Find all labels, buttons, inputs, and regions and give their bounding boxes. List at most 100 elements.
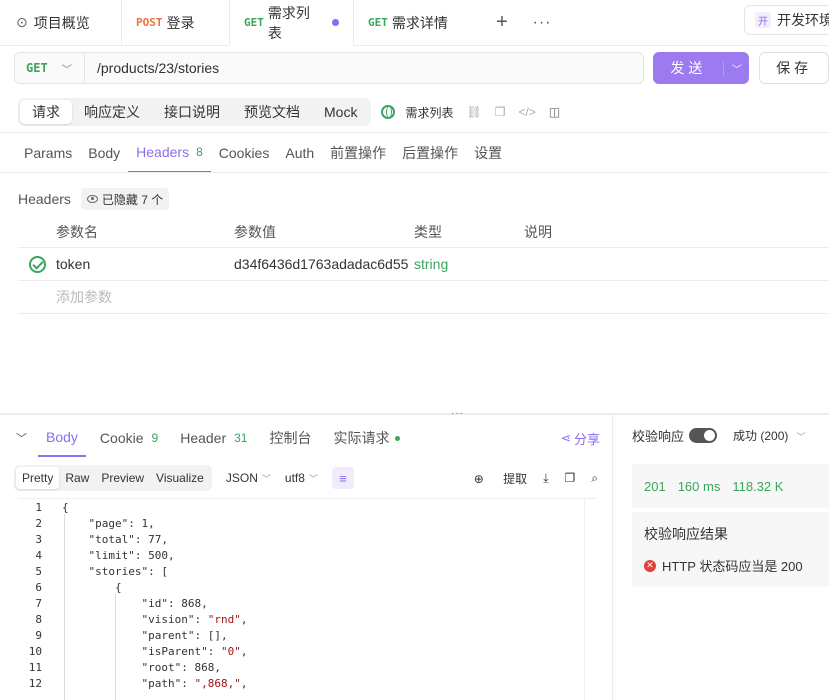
language-select[interactable]: JSON ﹀ — [226, 471, 271, 485]
tab-login[interactable]: POST 登录 — [122, 0, 230, 46]
new-tab-plus-icon[interactable]: + — [482, 11, 522, 34]
code-text: "page": 1, — [88, 516, 155, 530]
response-size: 118.32 K — [732, 478, 784, 494]
segment-preview-doc[interactable]: 预览文档 — [232, 100, 312, 124]
save-button[interactable]: 保存 — [759, 52, 829, 84]
code-line: 11 "root": 868, — [18, 659, 596, 675]
copy-icon[interactable]: ❐ — [565, 471, 576, 485]
chevron-down-icon: ﹀ — [308, 473, 318, 484]
send-button[interactable]: 发送 ﹀ — [653, 52, 750, 84]
tab-pre-ops[interactable]: 前置操作 — [322, 133, 394, 173]
link-icon[interactable]: ⛓ — [466, 105, 481, 119]
copy-icon[interactable]: ❐ — [495, 105, 506, 119]
hidden-headers-toggle[interactable]: 已隐藏 7 个 — [80, 188, 170, 210]
download-icon[interactable]: ⤓ — [543, 471, 548, 486]
add-param-input[interactable]: 添加参数 — [56, 287, 234, 307]
format-preview[interactable]: Preview — [95, 467, 150, 489]
eye-icon — [86, 195, 98, 203]
segment-mock[interactable]: Mock — [312, 100, 369, 124]
code-icon[interactable]: </> — [518, 105, 535, 119]
tab-settings[interactable]: 设置 — [466, 133, 510, 173]
tab-headers[interactable]: Headers 8 — [128, 133, 211, 173]
tab-params[interactable]: Params — [16, 133, 80, 173]
encoding-select[interactable]: utf8 ﹀ — [285, 471, 318, 485]
url-bar: GET ﹀ /products/23/stories — [14, 52, 645, 84]
collapse-chevron-icon[interactable]: ﹀ — [16, 430, 38, 446]
format-switcher: Pretty Raw Preview Visualize — [14, 465, 212, 491]
format-pretty[interactable]: Pretty — [16, 467, 60, 489]
response-code-view[interactable]: 1{2 "page": 1, 3 "total": 77, 4 "limit": 5… — [18, 498, 596, 700]
method-badge: POST — [136, 16, 163, 29]
pane-splitter[interactable] — [0, 413, 829, 415]
encoding-label: utf8 — [284, 471, 305, 485]
headers-title: Headers — [18, 191, 71, 207]
drag-handle-icon[interactable]: ··· — [451, 408, 464, 419]
format-raw[interactable]: Raw — [59, 467, 95, 489]
chevron-down-icon: ﹀ — [61, 64, 72, 76]
extract-button[interactable]: ⊕ 提取 — [458, 470, 527, 487]
code-text: "root": 868, — [141, 660, 221, 674]
tab-body[interactable]: Body — [80, 133, 128, 173]
line-number: 10 — [28, 644, 42, 658]
tab-label: 后置操作 — [402, 145, 459, 161]
response-tab-console[interactable]: 控制台 — [261, 419, 319, 457]
tab-label: 控制台 — [269, 430, 312, 446]
column-header: 参数值 — [234, 223, 276, 240]
enabled-check-icon[interactable] — [28, 255, 46, 273]
param-value-cell[interactable]: d34f6436d1763adadac6d55 — [234, 256, 414, 272]
code-text: { — [62, 500, 69, 514]
tab-story-detail[interactable]: GET 需求详情 — [354, 0, 482, 46]
param-type-cell[interactable]: string — [414, 256, 524, 272]
scrollbar[interactable] — [584, 498, 592, 700]
hidden-count-label: 已隐藏 7 个 — [101, 192, 164, 207]
format-visualize[interactable]: Visualize — [150, 467, 210, 489]
segment-api-doc[interactable]: 接口说明 — [152, 100, 232, 124]
validation-status-select[interactable]: 成功 (200) ﹀ — [733, 427, 805, 444]
response-tab-body[interactable]: Body — [38, 419, 86, 457]
chevron-down-icon: ﹀ — [796, 432, 806, 442]
segment-response-def[interactable]: 响应定义 — [72, 100, 152, 124]
tab-label: Cookie — [99, 430, 144, 446]
segment-request[interactable]: 请求 — [20, 100, 72, 124]
code-text: { — [62, 580, 122, 594]
code-text: "stories": [ — [88, 564, 168, 578]
table-row-add: 添加参数 — [18, 281, 829, 314]
code-line: 7 "id": 868, — [18, 595, 596, 611]
search-icon[interactable]: ⌕ — [591, 471, 598, 486]
response-tab-cookie[interactable]: Cookie 9 — [92, 419, 166, 457]
code-text: "vision": "rnd", — [141, 612, 248, 626]
code-text: "parent": [], — [141, 628, 228, 642]
tab-story-list[interactable]: GET 需求列表 — [230, 0, 354, 46]
tab-overview[interactable]: ⊙ 项目概览 — [0, 0, 122, 46]
response-time: 160 ms — [677, 478, 721, 494]
line-number: 3 — [35, 532, 42, 546]
tab-auth[interactable]: Auth — [277, 133, 322, 173]
more-icon[interactable]: ··· — [522, 14, 562, 32]
method-select[interactable]: GET ﹀ — [15, 53, 85, 83]
share-button[interactable]: ⋖ 分享 — [561, 429, 600, 448]
status-dot — [395, 435, 401, 441]
send-label: 发送 — [670, 60, 707, 76]
format-toolbar: Pretty Raw Preview Visualize JSON ﹀ utf8… — [14, 464, 598, 492]
code-tools: ⊕ 提取 ⤓ ❐ ⌕ — [442, 470, 598, 487]
tab-bar: ⊙ 项目概览 POST 登录 GET 需求列表 GET 需求详情 + ··· 开… — [0, 0, 829, 46]
doc-link[interactable]: 需求列表 ⛓ ❐ </> ◫ — [381, 104, 560, 121]
environment-label: 开发环境 — [777, 12, 829, 28]
line-number: 6 — [35, 580, 42, 594]
environment-select[interactable]: 开 开发环境 — [744, 5, 829, 35]
response-tab-actual-request[interactable]: 实际请求 — [325, 419, 408, 457]
tab-label: Headers — [136, 144, 190, 160]
code-line: 12 "path": ",868,", — [18, 675, 596, 691]
tab-label: Params — [24, 145, 73, 161]
param-name-cell[interactable]: token — [56, 256, 234, 272]
code-line: 10 "isParent": "0", — [18, 643, 596, 659]
tab-post-ops[interactable]: 后置操作 — [394, 133, 466, 173]
panel-icon[interactable]: ◫ — [549, 105, 560, 119]
response-tab-header[interactable]: Header 31 — [172, 419, 255, 457]
validation-toggle[interactable] — [689, 428, 718, 443]
tab-cookies[interactable]: Cookies — [211, 133, 278, 173]
url-input[interactable]: /products/23/stories — [85, 60, 219, 76]
chevron-down-icon[interactable]: ﹀ — [723, 60, 749, 76]
line-number: 4 — [35, 548, 42, 562]
word-wrap-icon[interactable]: ≡ — [331, 467, 354, 489]
